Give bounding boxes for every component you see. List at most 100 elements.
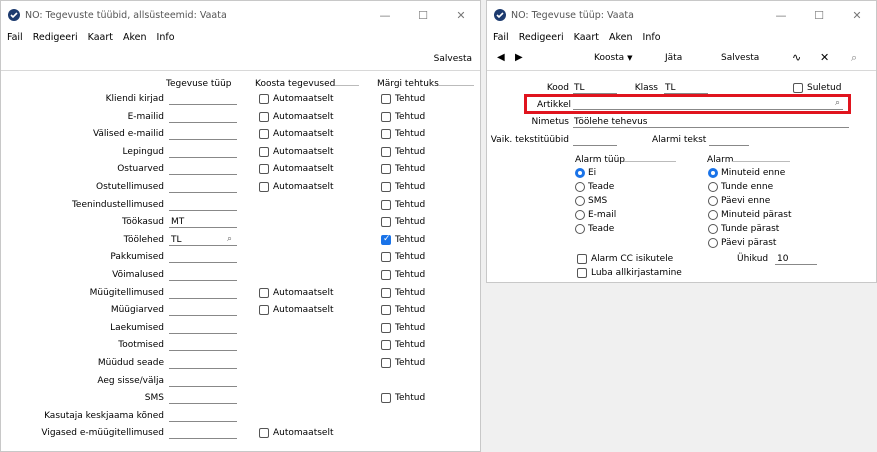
create-button[interactable]: Koosta ▼ xyxy=(594,53,632,63)
auto-checkbox[interactable] xyxy=(259,129,269,139)
done-checkbox[interactable] xyxy=(381,129,391,139)
row-label: Kasutaja keskjaama kõned xyxy=(44,411,164,421)
done-label: Tehtud xyxy=(395,358,426,368)
col-header-done: Märgi tehtuks xyxy=(377,79,439,89)
done-checkbox[interactable] xyxy=(381,270,391,280)
suletud-checkbox[interactable] xyxy=(793,83,803,93)
attach-icon[interactable]: ⌕ xyxy=(851,51,857,65)
create-button-label: Koosta xyxy=(594,53,625,63)
artikkel-highlight xyxy=(524,94,851,114)
auto-checkbox[interactable] xyxy=(259,428,269,438)
done-checkbox[interactable] xyxy=(381,305,391,315)
done-label: Tehtud xyxy=(395,270,426,280)
alarm-type-radio-email[interactable] xyxy=(575,210,585,220)
kood-value[interactable]: TL xyxy=(574,83,585,93)
alarm-label-paevi-parast: Päevi pärast xyxy=(721,238,777,248)
alarm-radio-tunde-parast[interactable] xyxy=(708,224,718,234)
done-checkbox[interactable] xyxy=(381,234,391,245)
alarm-radio-minuteid-parast[interactable] xyxy=(708,210,718,220)
done-checkbox[interactable] xyxy=(381,252,391,262)
done-checkbox[interactable] xyxy=(381,147,391,157)
done-checkbox[interactable] xyxy=(381,182,391,192)
done-checkbox[interactable] xyxy=(381,112,391,122)
uhikud-value[interactable]: 10 xyxy=(777,254,788,264)
auto-checkbox[interactable] xyxy=(259,112,269,122)
auto-checkbox[interactable] xyxy=(259,288,269,298)
menu-aken[interactable]: Aken xyxy=(609,32,633,43)
auto-checkbox[interactable] xyxy=(259,164,269,174)
alarm-label-tunde-enne: Tunde enne xyxy=(721,182,774,192)
alarm-radio-paevi-enne[interactable] xyxy=(708,196,718,206)
next-record-icon[interactable]: ▶ xyxy=(515,52,523,63)
done-checkbox[interactable] xyxy=(381,288,391,298)
done-checkbox[interactable] xyxy=(381,323,391,333)
done-checkbox[interactable] xyxy=(381,393,391,403)
alarm-type-radio-teade[interactable] xyxy=(575,182,585,192)
minimize-icon[interactable]: — xyxy=(762,9,800,22)
menu-redigeeri[interactable]: Redigeeri xyxy=(519,32,564,43)
row-label: Ostutellimused xyxy=(96,182,164,192)
done-checkbox[interactable] xyxy=(381,164,391,174)
row-label: E-mailid xyxy=(127,112,164,122)
done-checkbox[interactable] xyxy=(381,200,391,210)
alarm-header: Alarm xyxy=(707,155,734,165)
auto-label: Automaatselt xyxy=(273,147,334,157)
done-label: Tehtud xyxy=(395,323,426,333)
alarm-cc-checkbox[interactable] xyxy=(577,254,587,264)
save-button[interactable]: Salvesta xyxy=(434,54,472,64)
alarm-type-header-line xyxy=(624,161,676,162)
minimize-icon[interactable]: — xyxy=(366,9,404,22)
done-label: Tehtud xyxy=(395,182,426,192)
alarm-type-radio-sms[interactable] xyxy=(575,196,585,206)
type-field-value[interactable]: MT xyxy=(171,217,184,227)
auto-checkbox[interactable] xyxy=(259,94,269,104)
maximize-icon[interactable]: ☐ xyxy=(800,9,838,22)
discard-button[interactable]: Jäta xyxy=(665,53,682,63)
prev-record-icon[interactable]: ◀ xyxy=(497,52,505,63)
type-field-value[interactable]: TL xyxy=(171,235,182,245)
done-label: Tehtud xyxy=(395,235,426,245)
menu-fail[interactable]: Fail xyxy=(7,32,23,43)
auto-checkbox[interactable] xyxy=(259,182,269,192)
menu-info[interactable]: Info xyxy=(157,32,175,43)
menu-info[interactable]: Info xyxy=(643,32,661,43)
alarm-type-radio-teade-2[interactable] xyxy=(575,224,585,234)
maximize-icon[interactable]: ☐ xyxy=(404,9,442,22)
done-label: Tehtud xyxy=(395,340,426,350)
left-menubar: Fail Redigeeri Kaart Aken Info xyxy=(1,29,480,45)
menu-kaart[interactable]: Kaart xyxy=(574,32,599,43)
alarm-type-label-ei: Ei xyxy=(588,168,597,178)
type-field-underline xyxy=(169,157,237,158)
nimetus-value[interactable]: Töölehe tehevus xyxy=(574,117,648,127)
close-icon[interactable]: ✕ xyxy=(838,9,876,22)
alarm-radio-tunde-enne[interactable] xyxy=(708,182,718,192)
klass-value[interactable]: TL xyxy=(665,83,676,93)
menu-fail[interactable]: Fail xyxy=(493,32,509,43)
save-button[interactable]: Salvesta xyxy=(721,53,759,63)
lookup-icon[interactable]: ⌕ xyxy=(835,98,840,108)
type-field-underline xyxy=(169,262,237,263)
alarm-type-radio-ei[interactable] xyxy=(575,168,585,178)
alarm-radio-minuteid-enne[interactable] xyxy=(708,168,718,178)
done-checkbox[interactable] xyxy=(381,217,391,227)
right-window-title: NO: Tegevuse tüüp: Vaata xyxy=(511,9,634,21)
nimetus-underline xyxy=(573,127,849,128)
done-checkbox[interactable] xyxy=(381,340,391,350)
auto-checkbox[interactable] xyxy=(259,305,269,315)
menu-redigeeri[interactable]: Redigeeri xyxy=(33,32,78,43)
alarm-radio-paevi-parast[interactable] xyxy=(708,238,718,248)
done-checkbox[interactable] xyxy=(381,358,391,368)
menu-kaart[interactable]: Kaart xyxy=(88,32,113,43)
done-checkbox[interactable] xyxy=(381,94,391,104)
lookup-icon[interactable]: ⌕ xyxy=(227,234,232,244)
menu-aken[interactable]: Aken xyxy=(123,32,147,43)
expand-icon[interactable]: ✕ xyxy=(820,51,829,64)
close-icon[interactable]: ✕ xyxy=(442,9,480,22)
row-label: Välised e-mailid xyxy=(92,129,164,139)
auto-checkbox[interactable] xyxy=(259,147,269,157)
nimetus-label: Nimetus xyxy=(531,117,569,127)
type-field-underline xyxy=(169,139,237,140)
luba-checkbox[interactable] xyxy=(577,268,587,278)
auto-label: Automaatselt xyxy=(273,305,334,315)
pulse-icon[interactable]: ∿ xyxy=(792,51,801,64)
